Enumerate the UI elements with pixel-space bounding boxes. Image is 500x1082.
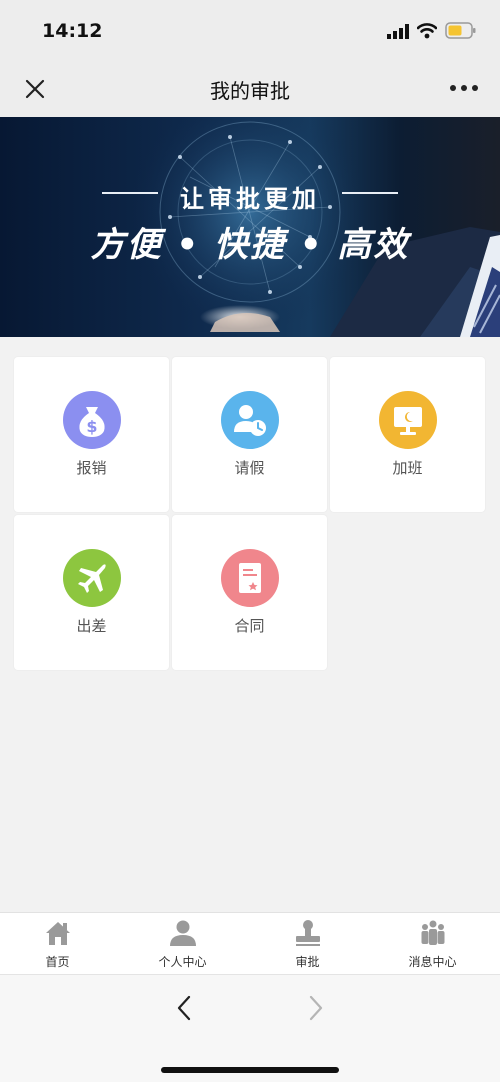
- svg-text:$: $: [86, 417, 97, 436]
- tab-bar: 首页 个人中心 审批 消息中心: [0, 912, 500, 974]
- promo-banner: 让审批更加 方便 • 快捷 • 高效: [0, 117, 500, 337]
- tile-leave[interactable]: 请假: [172, 357, 327, 512]
- tile-label: 加班: [392, 459, 423, 477]
- contract-icon: [221, 549, 279, 607]
- tab-label: 审批: [295, 955, 320, 969]
- tab-label: 消息中心: [408, 955, 457, 969]
- tile-label: 出差: [76, 617, 107, 635]
- signal-icon: [387, 24, 409, 39]
- person-icon: [170, 920, 196, 946]
- chevron-left-icon[interactable]: [170, 993, 200, 1023]
- money-bag-icon: $: [63, 391, 121, 449]
- tile-business-trip[interactable]: 出差: [14, 515, 169, 670]
- tile-label: 合同: [234, 617, 265, 635]
- monitor-night-icon: [379, 391, 437, 449]
- tab-home[interactable]: 首页: [0, 913, 120, 975]
- page-title: 我的审批: [210, 79, 290, 103]
- user-clock-icon: [221, 391, 279, 449]
- tab-approval[interactable]: 审批: [245, 913, 370, 975]
- tab-personal-center[interactable]: 个人中心: [120, 913, 245, 975]
- tile-overtime[interactable]: 加班: [330, 357, 485, 512]
- home-indicator: [161, 1067, 339, 1073]
- browser-toolbar: [0, 974, 500, 1082]
- navigation-bar: 我的审批: [0, 60, 500, 117]
- tile-label: 报销: [76, 459, 107, 477]
- tile-reimbursement[interactable]: $ 报销: [14, 357, 169, 512]
- stamp-icon: [296, 920, 320, 946]
- chevron-right-icon[interactable]: [300, 993, 330, 1023]
- banner-slogan: 方便 • 快捷 • 高效: [90, 225, 410, 265]
- tile-contract[interactable]: 合同: [172, 515, 327, 670]
- tab-label: 首页: [45, 955, 70, 969]
- airplane-icon: [63, 549, 121, 607]
- tab-message-center[interactable]: 消息中心: [370, 913, 495, 975]
- battery-icon: [445, 22, 476, 39]
- status-bar: 14:12: [0, 0, 500, 60]
- wifi-icon: [417, 23, 437, 39]
- tile-label: 请假: [234, 459, 265, 477]
- tab-label: 个人中心: [158, 955, 207, 969]
- home-icon: [46, 922, 70, 945]
- group-icon: [421, 920, 445, 945]
- status-time: 14:12: [42, 20, 103, 42]
- banner-headline: 让审批更加: [180, 185, 320, 213]
- more-icon[interactable]: [448, 82, 480, 94]
